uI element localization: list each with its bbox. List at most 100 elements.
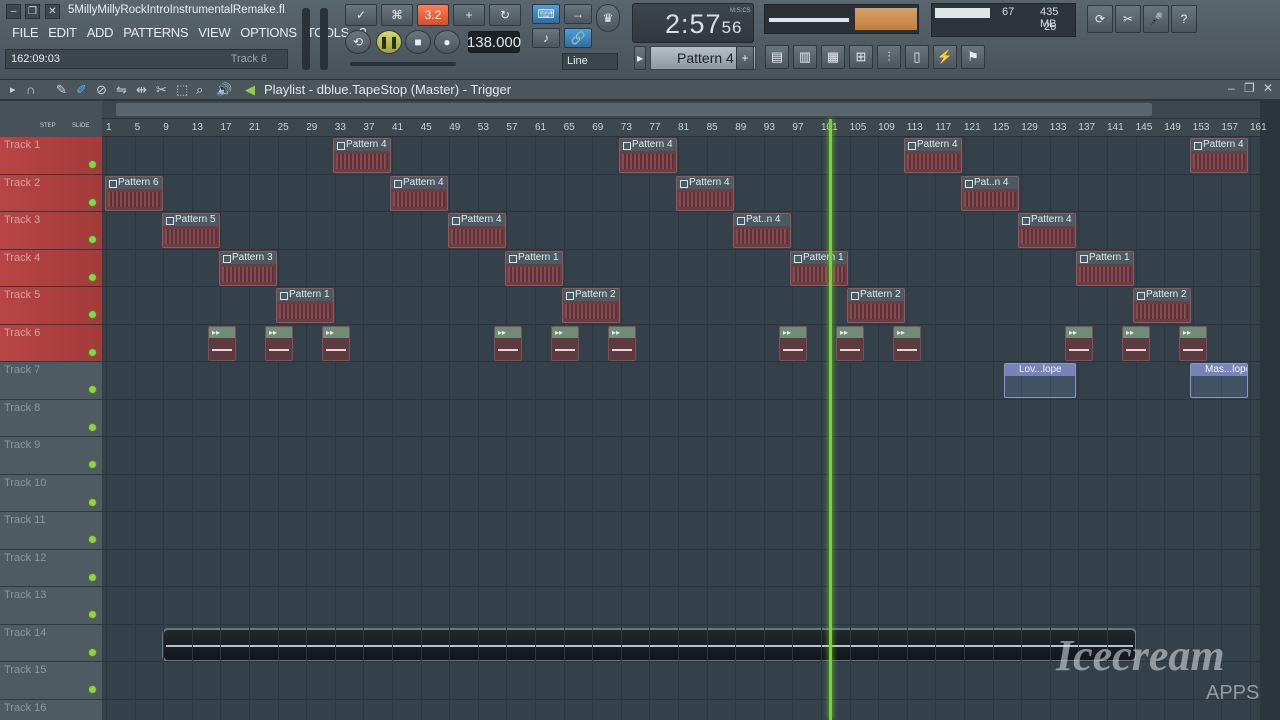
snap-selector[interactable]: Line: [562, 53, 618, 70]
minimize-icon[interactable]: –: [6, 4, 21, 19]
track-header[interactable]: Track 5: [0, 287, 102, 325]
expand-icon[interactable]: ▸: [10, 83, 16, 96]
stop-button[interactable]: ■: [405, 30, 431, 54]
track-enable-icon[interactable]: [88, 235, 97, 244]
audio-clip[interactable]: ▸▸: [265, 325, 293, 361]
countdown-button[interactable]: 3.2: [417, 4, 449, 26]
track-enable-icon[interactable]: [88, 310, 97, 319]
track-header[interactable]: Track 13: [0, 587, 102, 625]
arrow-icon[interactable]: →: [564, 4, 592, 24]
menu-edit[interactable]: EDIT: [44, 25, 82, 43]
pattern-clip[interactable]: Pattern 4: [390, 175, 448, 211]
track-enable-icon[interactable]: [88, 347, 97, 357]
pattern-clip[interactable]: Pattern 1: [505, 250, 563, 286]
pattern-clip[interactable]: Pattern 2: [1133, 288, 1191, 323]
pattern-clip[interactable]: Pattern 4: [619, 138, 677, 173]
pattern-clip[interactable]: Pattern 1: [790, 250, 848, 286]
mute-icon[interactable]: ⇋: [116, 82, 127, 98]
pattern-clip[interactable]: Pattern 4: [448, 213, 506, 248]
track-enable-icon[interactable]: [88, 610, 97, 619]
note-icon[interactable]: ♪: [532, 28, 560, 48]
menu-view[interactable]: VIEW: [194, 25, 236, 43]
speaker-icon[interactable]: 🔊: [216, 82, 232, 98]
pencil-icon[interactable]: ✎: [56, 82, 67, 98]
track-header[interactable]: Track 3: [0, 212, 102, 250]
track-header[interactable]: Track 7: [0, 362, 102, 400]
pat-song-toggle[interactable]: ⟲: [345, 30, 371, 54]
menu-add[interactable]: ADD: [83, 25, 120, 43]
track-header[interactable]: Track 9: [0, 437, 102, 475]
track-enable-icon[interactable]: [88, 422, 97, 432]
automation-clip[interactable]: Lov...lope: [1004, 363, 1076, 398]
delete-icon[interactable]: ⊘: [96, 82, 107, 98]
track-header[interactable]: Track 6: [0, 324, 102, 362]
metronome-button[interactable]: ✓: [345, 4, 377, 26]
track-enable-icon[interactable]: [88, 385, 97, 394]
pattern-clip[interactable]: Pattern 2: [847, 288, 905, 323]
slip-icon[interactable]: ⇹: [136, 82, 147, 98]
track-enable-icon[interactable]: [88, 497, 97, 507]
channel-rack-icon[interactable]: ▯: [905, 45, 929, 69]
pattern-clip[interactable]: Pattern 4: [1018, 213, 1076, 248]
mixer-icon[interactable]: ⫶: [877, 45, 901, 69]
arrow-left-icon[interactable]: ◀: [245, 82, 255, 98]
track-header[interactable]: Track 2: [0, 174, 102, 212]
track-enable-icon[interactable]: [88, 160, 97, 169]
wait-input-button[interactable]: ⌘: [381, 4, 413, 26]
pattern-clip[interactable]: Pat..n 4: [961, 175, 1019, 211]
link-icon[interactable]: 🔗: [564, 28, 592, 48]
help-icon[interactable]: ?: [1171, 5, 1197, 33]
zoom-icon[interactable]: ⌕: [196, 82, 203, 98]
pause-button[interactable]: ❚❚: [376, 30, 402, 54]
track-enable-icon[interactable]: [88, 460, 97, 469]
track-enable-icon[interactable]: [88, 197, 97, 207]
track-header[interactable]: Track 14: [0, 624, 102, 662]
audio-clip[interactable]: ▸▸: [1122, 325, 1150, 361]
playhead-marker[interactable]: [829, 119, 832, 720]
menu-patterns[interactable]: PATTERNS: [119, 25, 194, 43]
track-enable-icon[interactable]: [88, 535, 97, 544]
track-header[interactable]: Track 8: [0, 399, 102, 437]
audio-clip[interactable]: ▸▸: [551, 325, 579, 361]
loop-record-button[interactable]: ↻: [489, 4, 521, 26]
track-header[interactable]: Track 1: [0, 137, 102, 175]
automation-clip[interactable]: Mas...lope: [1190, 363, 1248, 398]
audio-clip[interactable]: ▸▸: [1179, 325, 1207, 361]
pattern-clip[interactable]: Pattern 1: [276, 288, 334, 323]
track-header[interactable]: Track 11: [0, 512, 102, 550]
track-header[interactable]: Track 12: [0, 549, 102, 587]
restore-icon[interactable]: ❐: [1244, 81, 1255, 95]
menu-file[interactable]: FILE: [8, 25, 44, 43]
record-button[interactable]: ●: [434, 30, 460, 54]
audio-clip[interactable]: ▸▸: [608, 325, 636, 361]
song-time-display[interactable]: 2:5756 M:S:CS: [632, 3, 754, 43]
track-enable-icon[interactable]: [88, 572, 97, 582]
audio-clip[interactable]: ▸▸: [836, 325, 864, 361]
pattern-clip[interactable]: Pat..n 4: [733, 213, 791, 248]
step-seq-icon[interactable]: ▦: [821, 45, 845, 69]
tools-icon[interactable]: ✂: [1115, 5, 1141, 33]
pattern-clip[interactable]: Pattern 4: [904, 138, 962, 173]
horizontal-scrollbar[interactable]: [102, 101, 1260, 118]
magnet-icon[interactable]: ∩: [26, 82, 35, 97]
audio-clip[interactable]: ▸▸: [1065, 325, 1093, 361]
tempo-display[interactable]: 138.000: [467, 31, 521, 53]
pattern-clip[interactable]: Pattern 4: [333, 138, 391, 173]
audio-clip[interactable]: ▸▸: [208, 325, 236, 361]
pattern-clip[interactable]: Pattern 6: [105, 175, 163, 211]
track-enable-icon[interactable]: [88, 272, 97, 282]
minimize-icon[interactable]: –: [1228, 81, 1235, 95]
pattern-clip[interactable]: Pattern 5: [162, 213, 220, 248]
tempo-tapper-icon[interactable]: ⚑: [961, 45, 985, 69]
add-pattern-button[interactable]: +: [736, 46, 754, 70]
select-icon[interactable]: ⬚: [176, 82, 188, 98]
timeline-ruler[interactable]: 1 5 9 13 17 21 25 29 33 37 41 45 49 53 57 61 65 69 73 77 81 8…: [102, 119, 1267, 137]
audio-clip[interactable]: ▸▸: [893, 325, 921, 361]
audio-clip[interactable]: ▸▸: [779, 325, 807, 361]
track-header[interactable]: Track 10: [0, 474, 102, 512]
pattern-clip[interactable]: Pattern 4: [1190, 138, 1248, 173]
typing-keyboard-button[interactable]: ⌨: [532, 4, 560, 24]
audio-clip[interactable]: ▸▸: [494, 325, 522, 361]
track-enable-icon[interactable]: [88, 685, 97, 694]
track-header[interactable]: Track 15: [0, 662, 102, 700]
